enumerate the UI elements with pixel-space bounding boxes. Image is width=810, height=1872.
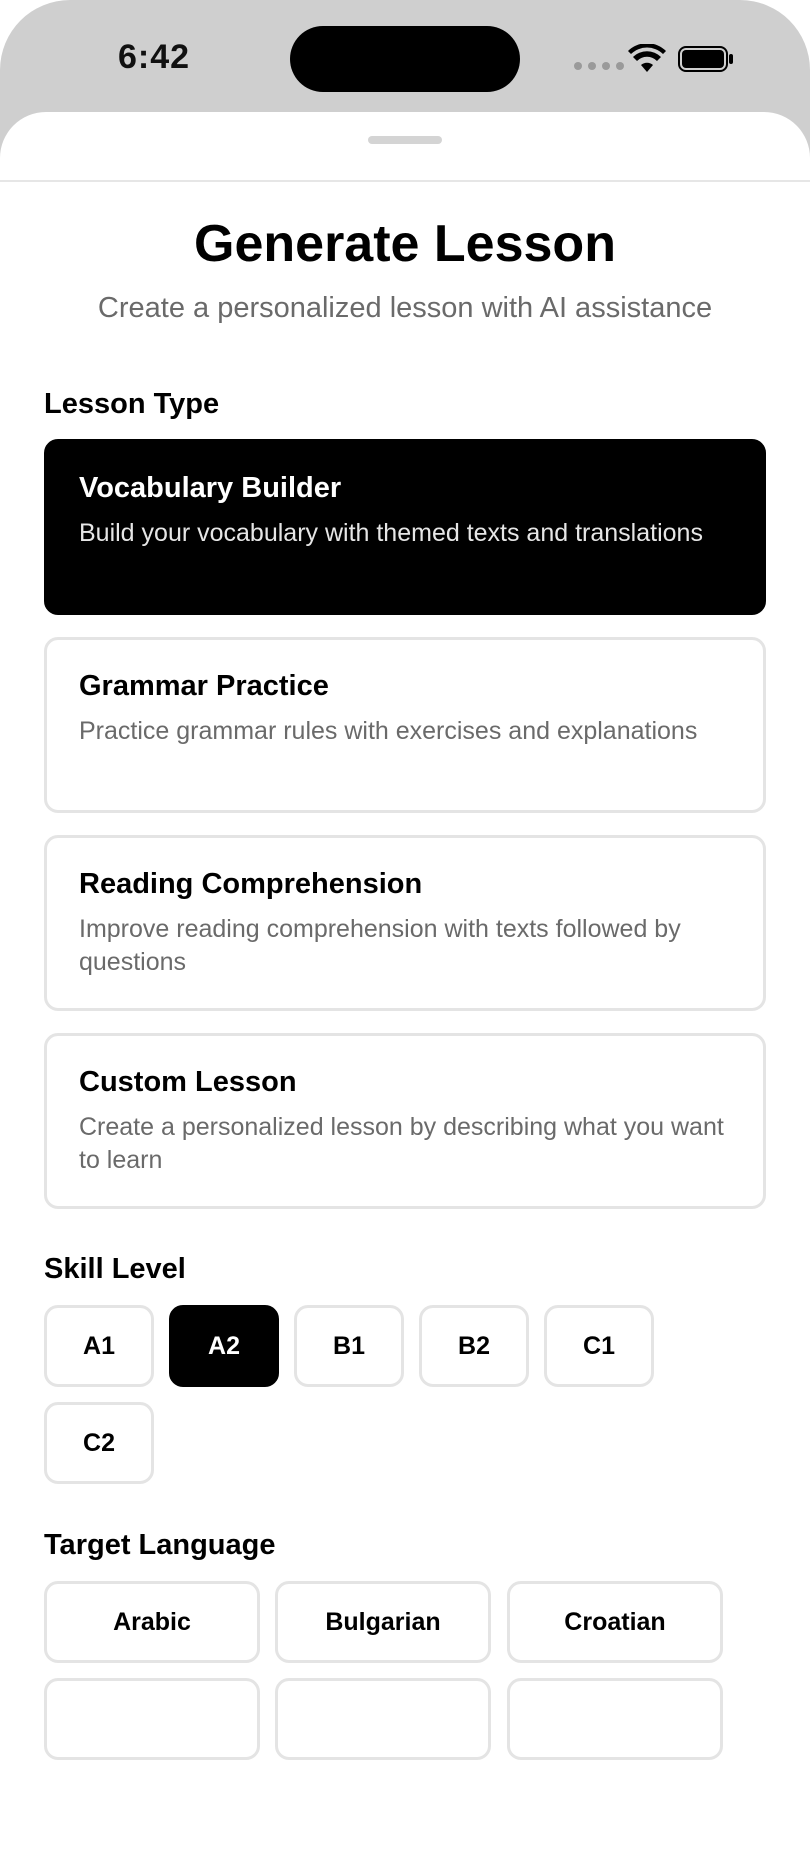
lesson-type-vocabulary-builder[interactable]: Vocabulary Builder Build your vocabulary… (44, 439, 766, 615)
language-bulgarian[interactable]: Bulgarian (275, 1581, 491, 1663)
status-time: 6:42 (118, 38, 191, 76)
sheet-divider (0, 180, 810, 182)
target-language-label: Target Language (44, 1529, 276, 1561)
page-title: Generate Lesson (194, 215, 616, 273)
lesson-type-description: Improve reading comprehension with texts… (79, 915, 681, 976)
skill-level-c1[interactable]: C1 (544, 1305, 654, 1387)
page-subtitle: Create a personalized lesson with AI ass… (97, 292, 713, 324)
dynamic-island (290, 26, 520, 92)
language-chip-partial[interactable] (44, 1678, 260, 1760)
language-arabic[interactable]: Arabic (44, 1581, 260, 1663)
generate-lesson-sheet: Generate Lesson Create a personalized le… (0, 112, 810, 1760)
sheet-grabber[interactable] (368, 136, 442, 144)
wifi-icon (628, 44, 666, 72)
lesson-type-title: Vocabulary Builder (79, 472, 342, 504)
lesson-type-reading-comprehension[interactable]: Reading Comprehension Improve reading co… (44, 835, 766, 1011)
lesson-type-title: Reading Comprehension (79, 868, 423, 900)
lesson-type-description: Create a personalized lesson by describi… (79, 1113, 724, 1174)
lesson-type-description: Build your vocabulary with themed texts … (79, 519, 703, 547)
lesson-type-title: Grammar Practice (79, 670, 329, 702)
cellular-signal-icon (574, 62, 624, 70)
skill-level-b1[interactable]: B1 (294, 1305, 404, 1387)
lesson-type-description: Practice grammar rules with exercises an… (79, 717, 698, 745)
language-croatian[interactable]: Croatian (507, 1581, 723, 1663)
battery-icon (678, 46, 733, 72)
lesson-type-title: Custom Lesson (79, 1066, 297, 1098)
language-chip-partial[interactable] (275, 1678, 491, 1760)
skill-level-c2[interactable]: C2 (44, 1402, 154, 1484)
lesson-type-label: Lesson Type (44, 388, 220, 420)
lesson-type-grammar-practice[interactable]: Grammar Practice Practice grammar rules … (44, 637, 766, 813)
language-row-next (0, 1672, 810, 1872)
lesson-type-custom-lesson[interactable]: Custom Lesson Create a personalized less… (44, 1033, 766, 1209)
skill-level-a1[interactable]: A1 (44, 1305, 154, 1387)
skill-level-b2[interactable]: B2 (419, 1305, 529, 1387)
language-chip-partial[interactable] (507, 1678, 723, 1760)
status-bar: 6:42 (0, 0, 810, 115)
skill-level-a2[interactable]: A2 (169, 1305, 279, 1387)
skill-level-label: Skill Level (44, 1253, 186, 1285)
